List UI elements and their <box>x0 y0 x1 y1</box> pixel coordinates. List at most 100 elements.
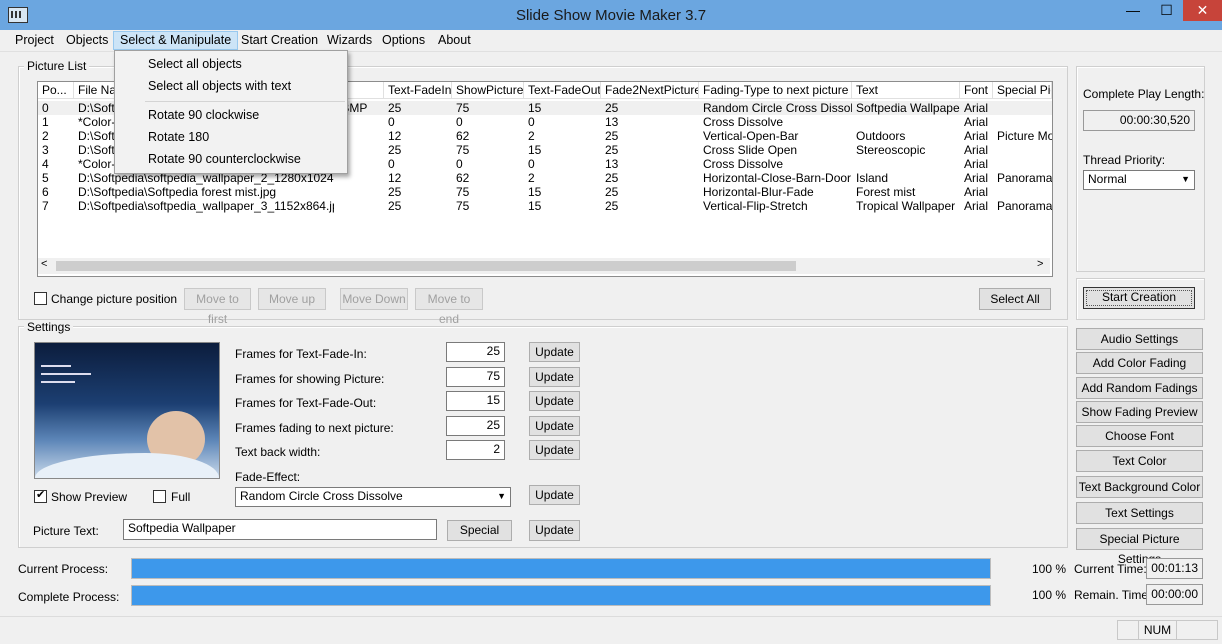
fade-next-input[interactable]: 25 <box>446 416 505 436</box>
status-bar: NUM <box>0 616 1222 644</box>
text-fade-in-input[interactable]: 25 <box>446 342 505 362</box>
col-header[interactable]: Fading-Type to next picture <box>699 82 852 99</box>
col-header[interactable]: Po... <box>38 82 74 99</box>
table-cell: 1 <box>42 115 49 129</box>
menu-rotate-180[interactable]: Rotate 180 <box>148 130 209 144</box>
move-up-button[interactable]: Move up <box>258 288 326 310</box>
chevron-down-icon[interactable]: ▼ <box>497 488 506 505</box>
menu-select-manipulate[interactable]: Select & Manipulate <box>113 31 239 50</box>
table-cell <box>334 199 384 213</box>
show-picture-input[interactable]: 75 <box>446 367 505 387</box>
scroll-left-icon[interactable]: < <box>41 258 47 270</box>
title-bar: Slide Show Movie Maker 3.7 — ☐ ✕ <box>0 0 1222 30</box>
update-button[interactable]: Update <box>529 391 580 411</box>
status-panel <box>1176 620 1218 640</box>
table-cell <box>334 185 384 199</box>
menu-about[interactable]: About <box>432 32 477 49</box>
menu-project[interactable]: Project <box>9 32 60 49</box>
update-button[interactable]: Update <box>529 342 580 362</box>
change-position-checkbox[interactable] <box>34 292 47 305</box>
show-fading-preview-button[interactable]: Show Fading Preview <box>1076 401 1203 423</box>
table-cell: 13 <box>605 157 619 171</box>
fade-effect-update-button[interactable]: Update <box>529 485 580 505</box>
col-header[interactable]: Fade2NextPicture <box>601 82 699 99</box>
special-picture-settings-button[interactable]: Special Picture Settings <box>1076 528 1203 566</box>
move-down-button[interactable]: Move Down <box>340 288 408 310</box>
full-checkbox[interactable] <box>153 490 166 503</box>
add-color-fading-button[interactable]: Add Color Fading <box>1076 352 1203 374</box>
text-background-color-button[interactable]: Text Background Color <box>1076 476 1203 498</box>
field-label: Frames for showing Picture: <box>235 372 385 386</box>
close-button[interactable]: ✕ <box>1183 0 1222 21</box>
picture-text-update-button[interactable]: Update <box>529 520 580 541</box>
table-cell: Arial <box>964 185 989 199</box>
horizontal-scrollbar[interactable]: < > <box>38 258 1050 274</box>
text-fade-out-input[interactable]: 15 <box>446 391 505 411</box>
table-cell: Vertical-Flip-Stretch <box>703 199 808 213</box>
table-row[interactable]: 7 D:\Softpedia\softpedia_wallpaper_3_1152… <box>38 199 1052 213</box>
maximize-button[interactable]: ☐ <box>1150 0 1183 21</box>
table-cell: Picture Mo <box>997 129 1052 143</box>
table-cell: Stereoscopic <box>856 143 926 157</box>
thread-priority-select[interactable]: Normal ▼ <box>1083 170 1195 190</box>
table-cell: 0 <box>42 101 49 115</box>
menu-start-creation[interactable]: Start Creation <box>235 32 324 49</box>
table-cell <box>852 157 960 171</box>
choose-font-button[interactable]: Choose Font <box>1076 425 1203 447</box>
table-cell: Vertical-Open-Bar <box>703 129 799 143</box>
col-header[interactable]: ShowPicture <box>452 82 524 99</box>
special-button[interactable]: Special <box>447 520 512 541</box>
table-cell: Cross Dissolve <box>703 115 784 129</box>
move-first-button[interactable]: Move to first <box>184 288 251 326</box>
move-end-button[interactable]: Move to end <box>415 288 483 326</box>
update-button[interactable]: Update <box>529 440 580 460</box>
table-cell <box>993 157 1052 171</box>
menu-rotate-90-ccw[interactable]: Rotate 90 counterclockwise <box>148 152 301 166</box>
table-cell: Horizontal-Close-Barn-Door <box>703 171 852 185</box>
menu-select-all-objects[interactable]: Select all objects <box>148 57 242 71</box>
update-button[interactable]: Update <box>529 367 580 387</box>
picture-text-input[interactable]: Softpedia Wallpaper <box>123 519 437 540</box>
menu-options[interactable]: Options <box>376 32 431 49</box>
menu-objects[interactable]: Objects <box>60 32 114 49</box>
col-header[interactable]: Font <box>960 82 993 99</box>
text-settings-button[interactable]: Text Settings <box>1076 502 1203 524</box>
table-cell <box>993 143 1052 157</box>
table-cell: Horizontal-Blur-Fade <box>703 185 814 199</box>
picture-text-label: Picture Text: <box>33 524 99 538</box>
show-preview-checkbox[interactable] <box>34 488 47 503</box>
audio-settings-button[interactable]: Audio Settings <box>1076 328 1203 350</box>
table-row[interactable]: 6 D:\Softpedia\Softpedia forest mist.jpg 2… <box>38 185 1052 199</box>
menu-wizards[interactable]: Wizards <box>321 32 378 49</box>
menu-bar: Project Objects Select & Manipulate Star… <box>0 30 1222 52</box>
table-cell: Arial <box>964 199 989 213</box>
add-random-fadings-button[interactable]: Add Random Fadings <box>1076 377 1203 399</box>
start-creation-button[interactable]: Start Creation <box>1083 287 1195 309</box>
text-back-width-input[interactable]: 2 <box>446 440 505 460</box>
chevron-down-icon[interactable]: ▼ <box>1181 171 1190 188</box>
col-header[interactable]: Text-FadeOut <box>524 82 601 99</box>
scroll-thumb[interactable] <box>56 261 796 271</box>
col-header[interactable]: Text-FadeIn <box>384 82 452 99</box>
complete-progress-track <box>131 585 991 606</box>
remain-time-value: 00:00:00 <box>1146 584 1203 605</box>
complete-process-label: Complete Process: <box>18 590 120 604</box>
fade-effect-select[interactable]: Random Circle Cross Dissolve ▼ <box>235 487 511 507</box>
update-button[interactable]: Update <box>529 416 580 436</box>
table-cell: 2 <box>528 171 535 185</box>
table-cell: 12 <box>388 171 402 185</box>
col-header[interactable]: Special Pic <box>993 82 1052 99</box>
complete-percent: 100 % <box>1032 588 1067 602</box>
status-panel <box>1117 620 1139 640</box>
table-cell: Arial <box>964 157 989 171</box>
menu-rotate-90-cw[interactable]: Rotate 90 clockwise <box>148 108 259 122</box>
minimize-button[interactable]: — <box>1116 0 1150 21</box>
text-color-button[interactable]: Text Color <box>1076 450 1203 472</box>
menu-select-all-with-text[interactable]: Select all objects with text <box>148 79 291 93</box>
current-process-label: Current Process: <box>18 562 109 576</box>
select-all-button[interactable]: Select All <box>979 288 1051 310</box>
scroll-right-icon[interactable]: > <box>1037 258 1043 270</box>
table-cell: 0 <box>456 157 463 171</box>
complete-progress-bar <box>132 586 990 605</box>
col-header[interactable]: Text <box>852 82 960 99</box>
